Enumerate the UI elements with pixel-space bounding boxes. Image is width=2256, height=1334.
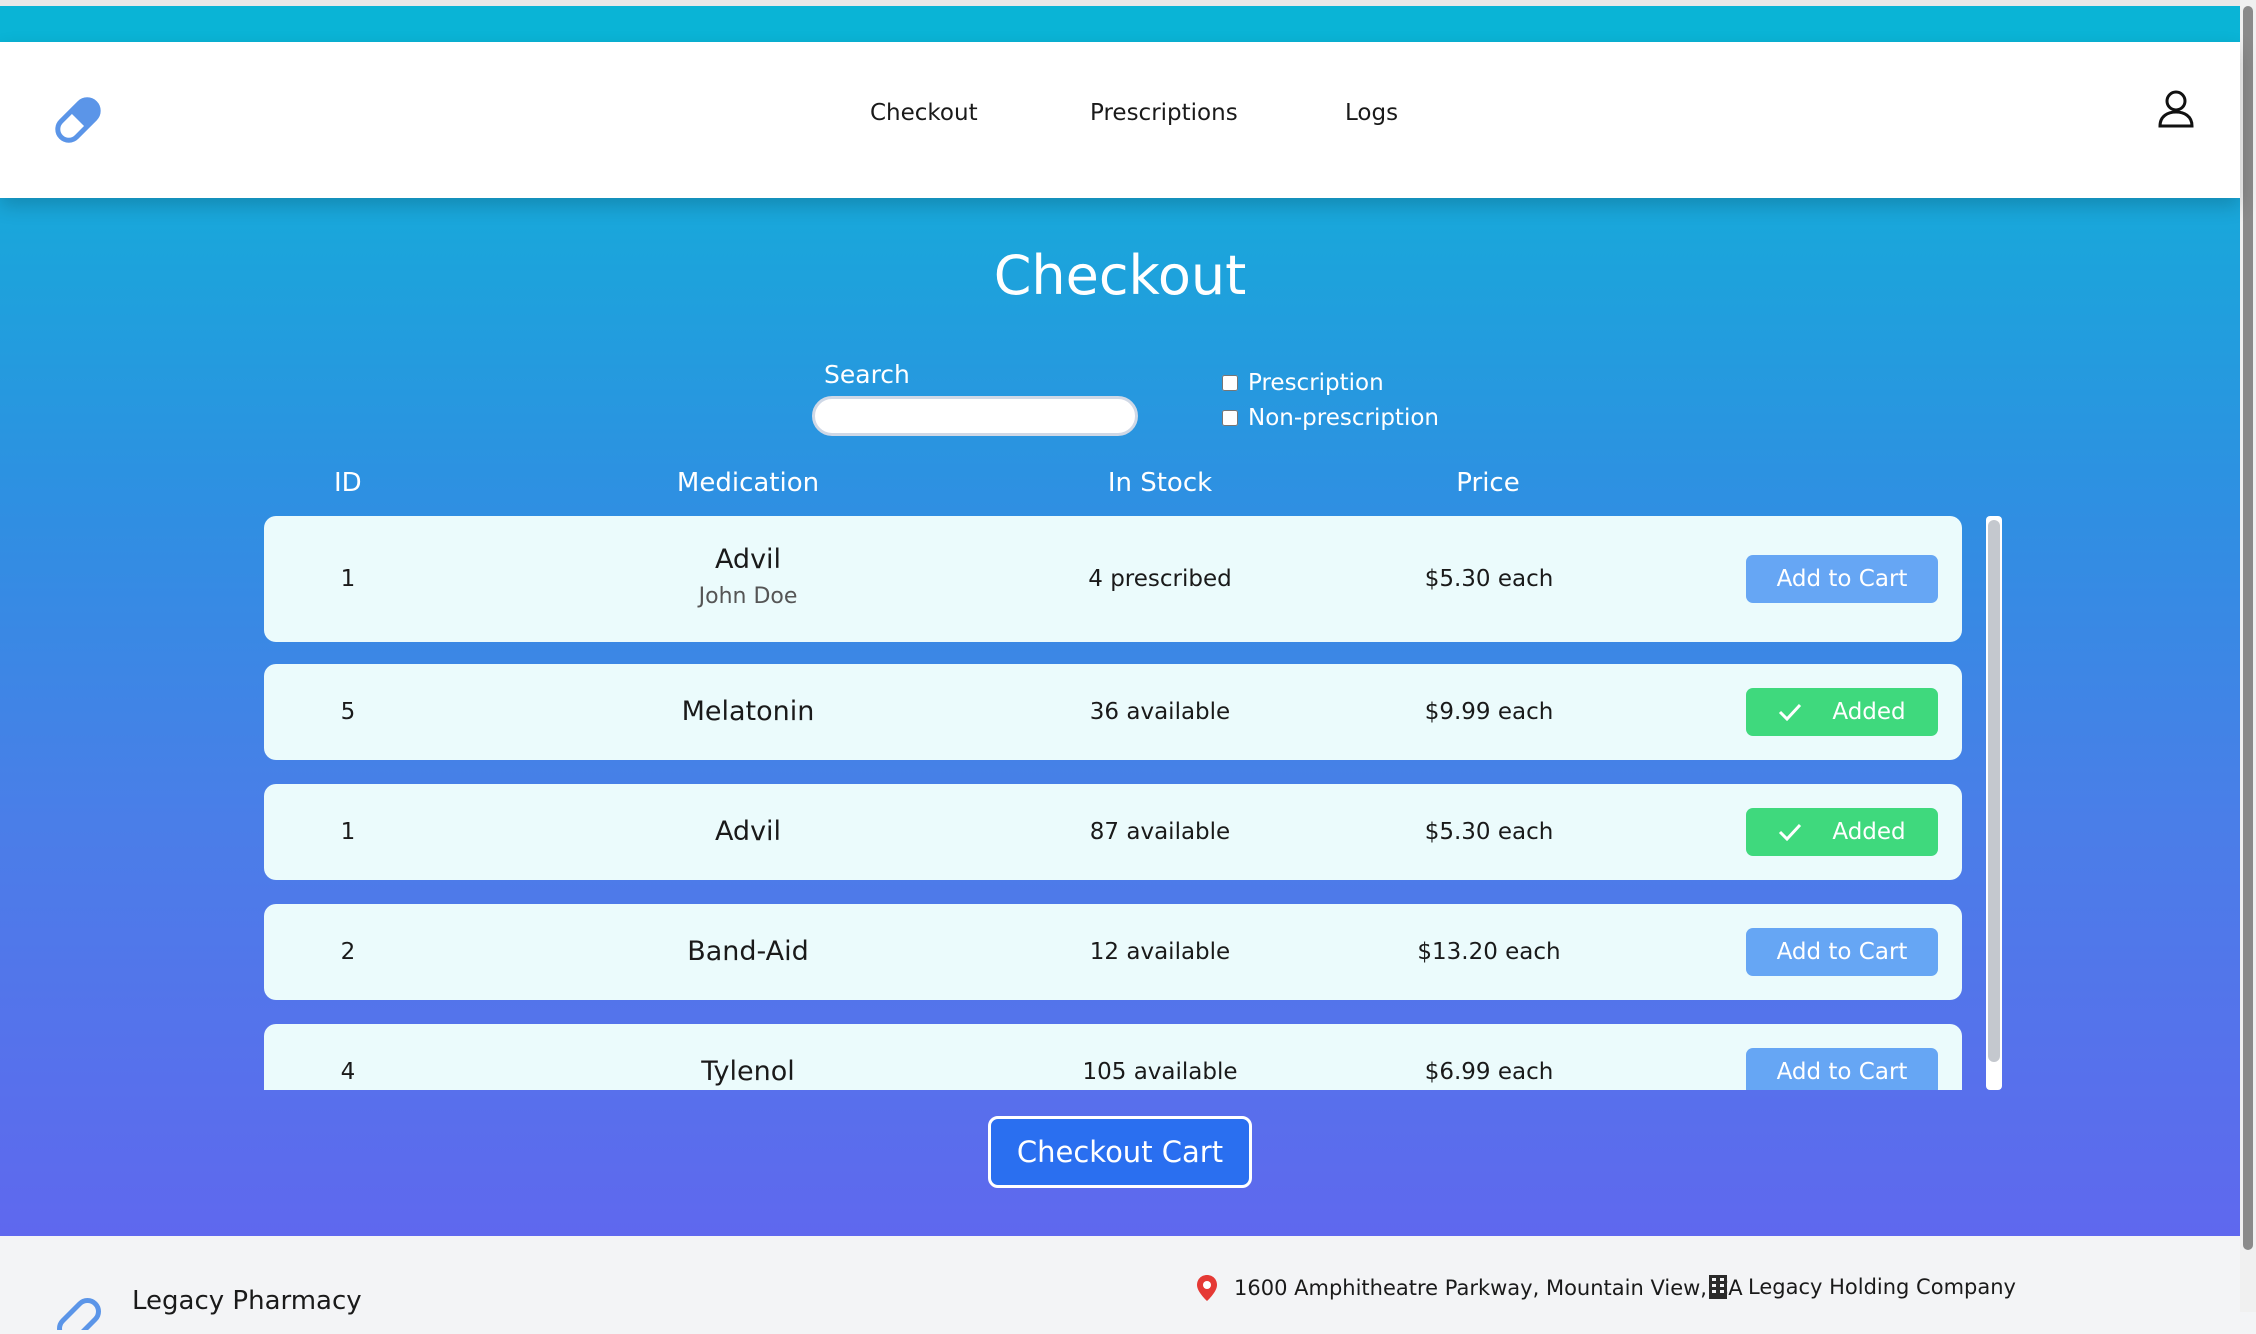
row-id: 1 (340, 819, 356, 845)
footer-address: 1600 Amphitheatre Parkway, Mountain View… (1196, 1274, 1743, 1302)
row-stock: 12 available (1089, 939, 1231, 965)
column-header-price: Price (1456, 468, 1520, 498)
table-row: 2 Band-Aid 12 available $13.20 each Add … (264, 904, 1962, 1000)
pill-logo-icon[interactable] (50, 92, 106, 148)
row-price: $6.99 each (1424, 1059, 1554, 1085)
filter-non-prescription-label: Non-prescription (1248, 405, 1439, 431)
add-to-cart-button[interactable]: Add to Cart (1746, 1048, 1938, 1090)
table-row: 1 Advil 87 available $5.30 each Added (264, 784, 1962, 880)
footer-company-text: Legacy Holding Company (1748, 1275, 2016, 1299)
table-row: 4 Tylenol 105 available $6.99 each Add t… (264, 1024, 1962, 1090)
pill-logo-icon (52, 1290, 106, 1334)
filter-prescription-label: Prescription (1248, 370, 1384, 396)
footer: Legacy Pharmacy 1600 Amphitheatre Parkwa… (0, 1236, 2240, 1334)
row-price: $5.30 each (1424, 819, 1554, 845)
footer-address-text: 1600 Amphitheatre Parkway, Mountain View… (1234, 1276, 1743, 1300)
page-scrollbar-thumb[interactable] (2243, 6, 2253, 1250)
search-input[interactable] (812, 396, 1138, 436)
added-label: Added (1832, 819, 1906, 845)
added-button[interactable]: Added (1746, 688, 1938, 736)
medication-list[interactable]: 1 Advil John Doe 4 prescribed $5.30 each… (240, 516, 2000, 1090)
added-button[interactable]: Added (1746, 808, 1938, 856)
row-stock: 4 prescribed (1088, 566, 1232, 592)
checkout-main: Checkout Search Prescription Non-prescri… (0, 198, 2240, 1236)
check-icon (1779, 703, 1802, 721)
row-medication: Advil (714, 544, 782, 575)
table-row: 1 Advil John Doe 4 prescribed $5.30 each… (264, 516, 1962, 642)
user-icon[interactable] (2156, 88, 2196, 128)
location-pin-icon (1197, 1275, 1217, 1301)
nav-link-checkout[interactable]: Checkout (870, 100, 978, 126)
row-stock: 105 available (1082, 1059, 1238, 1085)
row-medication: Band-Aid (687, 936, 809, 967)
add-to-cart-button[interactable]: Add to Cart (1746, 555, 1938, 603)
search-label: Search (824, 360, 910, 389)
prescription-checkbox[interactable] (1222, 375, 1238, 391)
row-stock: 36 available (1089, 699, 1231, 725)
row-medication: Melatonin (681, 696, 815, 727)
non-prescription-checkbox[interactable] (1222, 410, 1238, 426)
checkout-cart-button[interactable]: Checkout Cart (988, 1116, 1252, 1188)
row-id: 5 (340, 699, 356, 725)
row-price: $13.20 each (1417, 939, 1561, 965)
row-price: $9.99 each (1424, 699, 1554, 725)
check-icon (1779, 823, 1802, 841)
filter-non-prescription[interactable]: Non-prescription (1222, 405, 1439, 431)
footer-company: Legacy Holding Company (1708, 1274, 2016, 1300)
row-price: $5.30 each (1424, 566, 1554, 592)
list-scrollbar-thumb[interactable] (1988, 520, 2000, 1062)
nav-link-prescriptions[interactable]: Prescriptions (1090, 100, 1238, 126)
row-id: 4 (340, 1059, 356, 1085)
column-header-medication: Medication (676, 468, 820, 498)
building-icon (1709, 1275, 1727, 1299)
filter-prescription[interactable]: Prescription (1222, 370, 1384, 396)
row-medication: Advil (714, 816, 782, 847)
added-label: Added (1832, 699, 1906, 725)
table-row: 5 Melatonin 36 available $9.99 each Adde… (264, 664, 1962, 760)
row-id: 2 (340, 939, 356, 965)
nav-link-logs[interactable]: Logs (1345, 100, 1398, 126)
row-medication: Tylenol (701, 1056, 795, 1087)
row-id: 1 (340, 566, 356, 592)
add-to-cart-button[interactable]: Add to Cart (1746, 928, 1938, 976)
navbar: Checkout Prescriptions Logs (0, 42, 2240, 198)
row-stock: 87 available (1089, 819, 1231, 845)
column-header-id: ID (334, 468, 362, 498)
row-patient: John Doe (698, 584, 798, 609)
page-title: Checkout (993, 244, 1247, 307)
column-header-in-stock: In Stock (1107, 468, 1213, 498)
top-accent-bar (0, 0, 2240, 42)
